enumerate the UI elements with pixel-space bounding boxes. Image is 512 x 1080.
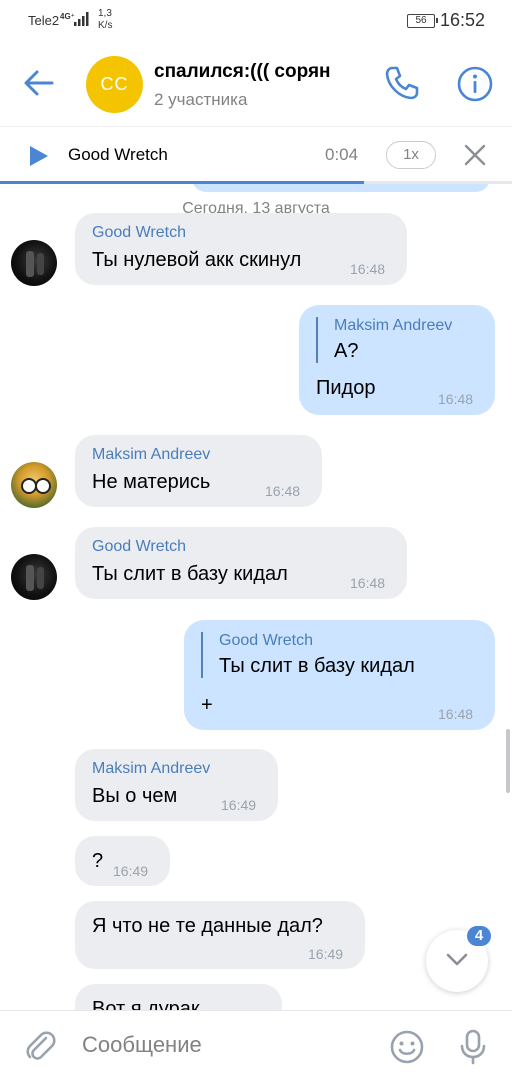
message-bubble[interactable]: Good Wretch Ты слит в базу кидал 16:48: [75, 527, 407, 599]
back-arrow-icon[interactable]: [22, 66, 56, 100]
smile-icon[interactable]: [389, 1029, 425, 1065]
network-type: 4G⁺: [60, 12, 75, 21]
participants-count[interactable]: 2 участника: [154, 90, 247, 110]
status-bar: Tele2 4G⁺ 1,3 K/s 56 16:52: [0, 0, 512, 44]
message-text: Ты нулевой акк скинул: [92, 249, 302, 271]
message-text: Я что не те данные дал?: [92, 915, 323, 937]
message-text: +: [201, 694, 213, 716]
chevron-down-icon: [446, 953, 468, 966]
close-icon[interactable]: [462, 142, 488, 168]
scrollbar[interactable]: [506, 729, 510, 793]
network-speed-unit: K/s: [98, 20, 113, 31]
audio-player: Good Wretch 0:04 1x: [0, 126, 512, 184]
chat-title[interactable]: спалился:((( сорян: [154, 61, 366, 83]
message-bubble[interactable]: ? 16:49: [75, 836, 170, 886]
sender-name[interactable]: Maksim Andreev: [92, 446, 210, 464]
previous-message-edge: [192, 184, 490, 192]
sender-name[interactable]: Good Wretch: [92, 538, 186, 556]
reply-text: А?: [334, 340, 359, 362]
reply-quote[interactable]: Maksim Andreev А?: [316, 317, 452, 363]
message-time: 16:48: [438, 706, 474, 722]
message-composer: [0, 1010, 512, 1080]
playback-speed-button[interactable]: 1x: [386, 141, 436, 169]
microphone-icon[interactable]: [458, 1028, 488, 1066]
message-text: Вы о чем: [92, 785, 178, 807]
message-time: 16:49: [308, 946, 344, 962]
paperclip-icon[interactable]: [24, 1029, 56, 1063]
clock: 16:52: [440, 10, 486, 30]
message-time: 16:48: [350, 261, 386, 277]
message-time: 16:48: [265, 483, 301, 499]
message-text: Ты слит в базу кидал: [92, 563, 288, 585]
message-list[interactable]: Сегодня, 13 августа Good Wretch Ты нулев…: [0, 184, 512, 1010]
phone-icon[interactable]: [383, 64, 421, 102]
message-bubble[interactable]: Maksim Andreev Вы о чем 16:49: [75, 749, 278, 821]
message-bubble[interactable]: Я что не те данные дал? 16:49: [75, 901, 365, 969]
unread-count-badge: 4: [465, 924, 493, 948]
network-speed-value: 1,3: [98, 8, 112, 19]
reply-author: Maksim Andreev: [334, 317, 453, 334]
message-time: 16:49: [221, 797, 257, 813]
battery-icon: 56: [407, 14, 438, 28]
message-bubble[interactable]: Good Wretch Ты слит в базу кидал + 16:48: [184, 620, 495, 730]
reply-text: Ты слит в базу кидал: [219, 655, 415, 677]
network-speed: 1,3 K/s: [98, 8, 112, 32]
carrier-name: Tele2: [28, 13, 60, 28]
message-bubble[interactable]: Вот я дурак: [75, 984, 282, 1010]
track-title[interactable]: Good Wretch: [68, 145, 168, 165]
message-bubble[interactable]: Maksim Andreev А? Пидор 16:48: [299, 305, 495, 415]
message-time: 16:49: [113, 863, 149, 879]
play-icon[interactable]: [28, 144, 50, 168]
info-icon[interactable]: [455, 64, 495, 104]
message-text: Пидор: [316, 377, 376, 399]
message-bubble[interactable]: Good Wretch Ты нулевой акк скинул 16:48: [75, 213, 407, 285]
chat-avatar[interactable]: CC: [86, 56, 143, 113]
message-text: Вот я дурак: [92, 998, 200, 1010]
chat-header: CC спалился:((( сорян 2 участника: [0, 44, 512, 126]
signal-icon: [74, 12, 89, 26]
reply-author: Good Wretch: [219, 632, 313, 649]
sender-name[interactable]: Maksim Andreev: [92, 760, 210, 778]
message-time: 16:48: [438, 391, 474, 407]
message-time: 16:48: [350, 575, 386, 591]
avatar[interactable]: [11, 554, 57, 600]
message-bubble[interactable]: Maksim Andreev Не матерись 16:48: [75, 435, 322, 507]
message-text: Не матерись: [92, 471, 211, 493]
message-input[interactable]: [72, 1025, 372, 1065]
avatar[interactable]: [11, 240, 57, 286]
message-text: ?: [92, 850, 104, 872]
avatar[interactable]: [11, 462, 57, 508]
reply-quote[interactable]: Good Wretch Ты слит в базу кидал: [201, 632, 415, 678]
track-duration: 0:04: [325, 145, 359, 164]
sender-name[interactable]: Good Wretch: [92, 224, 186, 242]
